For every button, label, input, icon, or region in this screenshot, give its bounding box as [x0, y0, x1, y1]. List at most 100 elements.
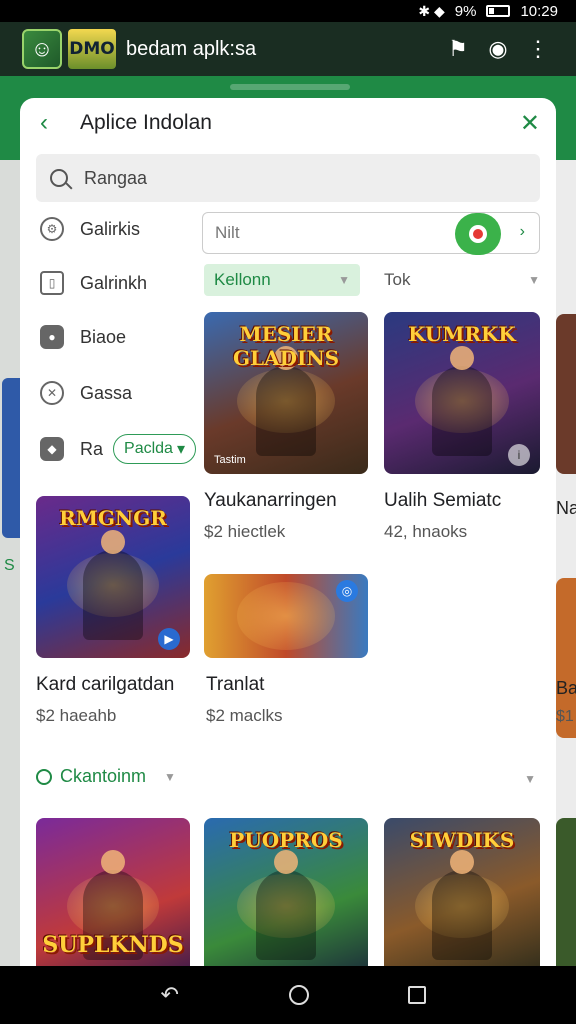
chevron-down-icon: ▼	[528, 273, 540, 287]
peek-right-card: Nar Ba $1	[554, 160, 576, 970]
game-artwork: PUOPROS	[204, 818, 368, 970]
game-price: $2 maclks	[206, 706, 283, 725]
game-tile[interactable]: MESIER GLADINS Tastim	[204, 312, 368, 474]
game-artwork: SIWDIKS	[384, 818, 540, 970]
dropdown-value: Tok	[384, 270, 411, 289]
peek-right-title: Nar	[556, 498, 576, 518]
play-icon[interactable]: ▶	[158, 628, 180, 650]
hero-figure	[432, 346, 492, 456]
battery-icon	[486, 5, 511, 17]
game-tile[interactable]: RMGNGR ▶	[36, 496, 190, 658]
section-header[interactable]: Ckantoinm ▼	[36, 766, 176, 787]
panel-icon: ▯	[40, 271, 64, 295]
peek-right-tile	[556, 314, 576, 474]
filter-field[interactable]: ›	[202, 212, 540, 255]
dialog-header: ‹ Aplice Indolan ✕	[20, 98, 556, 148]
game-title[interactable]: Tranlat	[206, 674, 264, 696]
game-tag: Tastim	[214, 454, 246, 466]
menu-item-label: Ra	[80, 438, 104, 459]
filter-input[interactable]	[215, 223, 445, 243]
recents-nav-icon[interactable]	[408, 986, 427, 1004]
menu-item-label: Galrinkh	[80, 272, 148, 293]
hero-figure	[256, 850, 316, 960]
app-bar: ☺ DMO bedam aplk:sa ⚑ ◉ ⋮	[0, 22, 576, 76]
game-title[interactable]: Kard carilgatdan	[36, 674, 174, 696]
chip-label: Paclda	[124, 440, 173, 457]
dialog-title: Aplice Indolan	[80, 111, 212, 134]
peek-left-card: S	[0, 160, 20, 970]
chip-paclda[interactable]: Paclda ▾	[113, 434, 196, 464]
game-tile[interactable]: PUOPROS	[204, 818, 368, 970]
app-title: bedam aplk:sa	[126, 37, 257, 60]
game-tile[interactable]: SIWDIKS	[384, 818, 540, 970]
peek-right-tile	[556, 818, 576, 970]
game-artwork: ◎	[204, 574, 368, 658]
chevron-down-icon: ▾	[176, 441, 185, 458]
game-price: $2 hiectlek	[204, 522, 286, 541]
chevron-down-icon[interactable]: ▼	[524, 772, 536, 786]
menu-item-label: Gassa	[80, 382, 133, 403]
game-artwork: KUMRKK i	[384, 312, 540, 474]
chrome-icon[interactable]: ◉	[478, 36, 518, 62]
game-tile[interactable]: SUPLKNDS	[36, 818, 190, 970]
system-nav-bar: ↶	[0, 966, 576, 1024]
flag-icon[interactable]: ⚑	[438, 36, 478, 62]
chevron-right-icon[interactable]: ›	[520, 223, 525, 241]
chevron-down-icon: ▼	[338, 273, 350, 287]
peek-right-title: Ba	[556, 678, 576, 698]
game-price: 42, hnaoks	[384, 522, 468, 541]
game-logo: MESIER GLADINS	[232, 322, 340, 370]
peek-right-sub: $1	[556, 708, 574, 725]
back-nav-icon[interactable]: ↶	[150, 982, 190, 1008]
search-icon	[36, 768, 52, 785]
google-button[interactable]	[455, 213, 501, 255]
menu-item-ra[interactable]: ◆ Ra Paclda ▾	[40, 434, 196, 464]
menu-item-galirkis[interactable]: ⚙ Galirkis	[40, 214, 140, 244]
back-arrow-icon[interactable]: ‹	[40, 109, 64, 137]
cancel-icon: ✕	[40, 381, 64, 405]
close-icon[interactable]: ✕	[520, 109, 540, 138]
search-bar[interactable]	[36, 154, 540, 202]
game-artwork: MESIER GLADINS Tastim	[204, 312, 368, 474]
more-vert-icon[interactable]: ⋮	[518, 36, 558, 62]
section-label: Ckantoinm	[60, 766, 147, 786]
game-logo: PUOPROS	[229, 828, 343, 852]
chevron-down-icon: ▼	[164, 769, 176, 784]
app-logo-icon[interactable]: ☺	[22, 29, 62, 69]
peek-left-tile	[2, 378, 20, 538]
game-price: $2 haeahb	[36, 706, 117, 725]
game-logo: SIWDIKS	[409, 828, 515, 852]
peek-left-text: S	[4, 557, 15, 574]
google-icon	[469, 225, 487, 243]
gamepad-icon: ◆	[40, 437, 64, 461]
hero-figure	[432, 850, 492, 960]
search-icon	[50, 169, 68, 187]
app-store-icon[interactable]: ◎	[336, 580, 358, 602]
menu-item-biaoe[interactable]: ● Biaoe	[40, 322, 126, 352]
game-title[interactable]: Yaukanarringen	[204, 490, 337, 512]
menu-item-galrinkh[interactable]: ▯ Galrinkh	[40, 268, 147, 298]
search-input[interactable]	[84, 167, 504, 189]
dropdown-kellonn[interactable]: Kellonn ▼	[204, 264, 360, 296]
game-artwork: RMGNGR ▶	[36, 496, 190, 658]
menu-item-label: Galirkis	[80, 218, 141, 239]
menu-item-label: Biaoe	[80, 326, 127, 347]
artwork-glow	[236, 582, 336, 650]
battery-percent: 9%	[454, 2, 477, 20]
dropdown-tok[interactable]: Tok ▼	[384, 264, 540, 296]
home-nav-icon[interactable]	[288, 985, 309, 1005]
game-logo: SUPLKNDS	[42, 932, 184, 958]
info-icon[interactable]: i	[508, 444, 530, 466]
game-tile[interactable]: ◎	[204, 574, 368, 658]
banner-decoration	[230, 84, 350, 90]
game-logo: RMGNGR	[59, 506, 167, 530]
signal-icon: ✱ ◆	[418, 2, 445, 19]
status-bar: ✱ ◆ 9% 10:29	[0, 0, 576, 22]
menu-item-gassa[interactable]: ✕ Gassa	[40, 378, 132, 408]
hero-figure	[83, 530, 143, 640]
chat-icon: ●	[40, 325, 64, 349]
game-title[interactable]: Ualih Semiatc	[384, 490, 501, 512]
game-tile[interactable]: KUMRKK i	[384, 312, 540, 474]
app-dialog: ‹ Aplice Indolan ✕ ⚙ Galirkis ▯ Galrinkh…	[20, 98, 556, 970]
dropdown-value: Kellonn	[214, 270, 271, 289]
